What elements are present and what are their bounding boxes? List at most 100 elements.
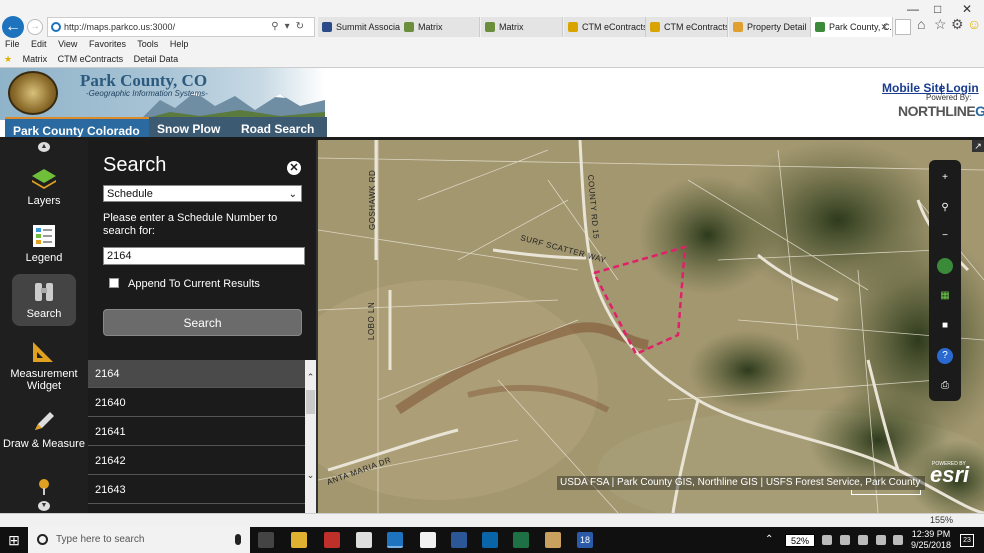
outlook-icon[interactable]: [482, 532, 498, 548]
menu-view[interactable]: View: [58, 39, 77, 49]
browser-tab[interactable]: Matrix: [481, 17, 563, 37]
site-subtitle: -Geographic Information Systems-: [86, 89, 208, 98]
app-icon[interactable]: [324, 532, 340, 548]
tool-label: Search: [26, 308, 62, 320]
windows-start-icon[interactable]: ⊞: [0, 527, 28, 553]
menu-edit[interactable]: Edit: [31, 39, 47, 49]
search-button[interactable]: Search: [103, 309, 302, 336]
calendar-icon[interactable]: 18: [577, 532, 593, 548]
browser-tab[interactable]: Property Detail: [729, 17, 811, 37]
results-scrollbar-thumb[interactable]: [306, 390, 315, 414]
browser-tab-active[interactable]: Park County, C... ✕: [811, 17, 893, 37]
help-icon[interactable]: ?: [937, 348, 953, 364]
browser-tab[interactable]: CTM eContracts: [564, 17, 646, 37]
ctm-icon: [568, 22, 578, 32]
volume-icon[interactable]: [876, 535, 886, 545]
clock[interactable]: 12:39 PM 9/25/2018: [908, 529, 954, 551]
print-icon[interactable]: ⎙: [937, 378, 953, 394]
address-controls[interactable]: ⚲▾↻: [271, 18, 310, 36]
battery-indicator[interactable]: 52%: [785, 534, 815, 547]
chevron-up-icon[interactable]: ⌃: [765, 534, 773, 545]
page-icon: [733, 22, 743, 32]
toolbar-scroll-up-icon[interactable]: ▲: [38, 142, 50, 152]
ie-logo-icon: [51, 22, 61, 32]
tab-road-search[interactable]: Road Search: [233, 117, 327, 139]
favorite-ctm[interactable]: CTM eContracts: [58, 54, 124, 64]
result-item[interactable]: 21640: [88, 389, 305, 417]
results-list: 2164 21640 21641 21642 21643: [88, 360, 318, 513]
tool-layers[interactable]: Layers: [0, 167, 88, 207]
star-icon[interactable]: ☆: [934, 16, 947, 33]
search-icon: [37, 534, 48, 545]
result-item[interactable]: 21643: [88, 476, 305, 504]
menu-help[interactable]: Help: [170, 39, 189, 49]
tool-measurement-widget[interactable]: Measurement Widget: [0, 340, 88, 392]
schedule-number-input[interactable]: 2164: [103, 247, 305, 265]
forward-arrow-icon[interactable]: →: [27, 19, 43, 35]
new-tab-button[interactable]: [895, 19, 911, 35]
menu-file[interactable]: File: [5, 39, 20, 49]
taskbar-search-box[interactable]: Type here to search: [28, 527, 250, 553]
zoom-level[interactable]: 155%: [930, 515, 953, 525]
gear-icon[interactable]: ⚙: [951, 16, 964, 33]
map-view[interactable]: GOSHAWK RD COUNTY RD 15 SURF SCATTER WAY…: [318, 140, 984, 513]
favorite-matrix[interactable]: Matrix: [23, 54, 48, 64]
notification-center-icon[interactable]: 23: [960, 534, 974, 547]
matrix-icon: [485, 22, 495, 32]
network-icon[interactable]: [822, 535, 832, 545]
tool-draw-measure[interactable]: Draw & Measure: [0, 410, 88, 450]
search-type-select[interactable]: Schedule ⌄: [103, 185, 302, 202]
browser-tab[interactable]: CTM eContracts: [646, 17, 728, 37]
maximize-icon[interactable]: □: [934, 2, 941, 16]
store-icon[interactable]: [420, 532, 436, 548]
menu-favorites[interactable]: Favorites: [89, 39, 126, 49]
zoom-out-icon[interactable]: −: [937, 228, 953, 244]
excel-icon[interactable]: [513, 532, 529, 548]
mail-icon[interactable]: [356, 532, 372, 548]
favorite-detail-data[interactable]: Detail Data: [134, 54, 179, 64]
zoom-extent-icon[interactable]: ⚲: [937, 200, 953, 216]
sync-icon[interactable]: [840, 535, 850, 545]
location-pin-icon[interactable]: [37, 478, 51, 496]
binoculars-icon: [35, 283, 53, 301]
tab-label: CTM eContracts: [664, 22, 728, 32]
result-item[interactable]: 21642: [88, 447, 305, 475]
file-explorer-icon[interactable]: [291, 532, 307, 548]
result-item[interactable]: 2164: [88, 360, 305, 388]
browser-tab[interactable]: Matrix: [400, 17, 480, 37]
toolbar-scroll-down-icon[interactable]: ▼: [38, 501, 50, 511]
smiley-icon[interactable]: ☺: [967, 16, 981, 32]
tool-search[interactable]: Search: [0, 280, 88, 320]
tool-legend[interactable]: Legend: [0, 224, 88, 264]
keyboard-icon[interactable]: [893, 535, 903, 545]
site-title: Park County, CO: [80, 71, 208, 90]
layers-icon: [32, 169, 56, 189]
back-arrow-icon[interactable]: ←: [2, 16, 24, 38]
close-icon[interactable]: ✕: [287, 161, 301, 175]
tab-snow-plow[interactable]: Snow Plow: [149, 117, 233, 139]
close-tab-icon[interactable]: ✕: [880, 17, 888, 37]
expand-map-icon[interactable]: ↗: [972, 140, 984, 152]
fullscreen-icon[interactable]: ▦: [937, 288, 953, 304]
address-bar[interactable]: http://maps.parkco.us:3000/ ⚲▾↻: [47, 17, 315, 37]
globe-icon[interactable]: [937, 258, 953, 274]
app-icon[interactable]: [545, 532, 561, 548]
task-view-icon[interactable]: [258, 532, 274, 548]
tab-park-county-colorado[interactable]: Park County Colorado: [5, 117, 149, 139]
microphone-icon[interactable]: [235, 534, 241, 545]
chevron-down-icon[interactable]: ⌄: [305, 470, 316, 480]
append-results-checkbox[interactable]: [109, 278, 119, 288]
zoom-in-icon[interactable]: +: [937, 170, 953, 186]
wifi-icon[interactable]: [858, 535, 868, 545]
menu-tools[interactable]: Tools: [137, 39, 158, 49]
internet-explorer-icon[interactable]: [387, 532, 403, 548]
results-scrollbar[interactable]: [305, 360, 316, 513]
favorites-star-icon[interactable]: ★: [4, 54, 12, 64]
result-item[interactable]: 21641: [88, 418, 305, 446]
close-window-icon[interactable]: ✕: [962, 2, 972, 16]
chevron-up-icon[interactable]: ⌃: [305, 372, 316, 382]
comment-icon[interactable]: ■: [937, 318, 953, 334]
minimize-icon[interactable]: —: [907, 2, 919, 16]
home-icon[interactable]: ⌂: [917, 16, 925, 32]
word-icon[interactable]: [451, 532, 467, 548]
